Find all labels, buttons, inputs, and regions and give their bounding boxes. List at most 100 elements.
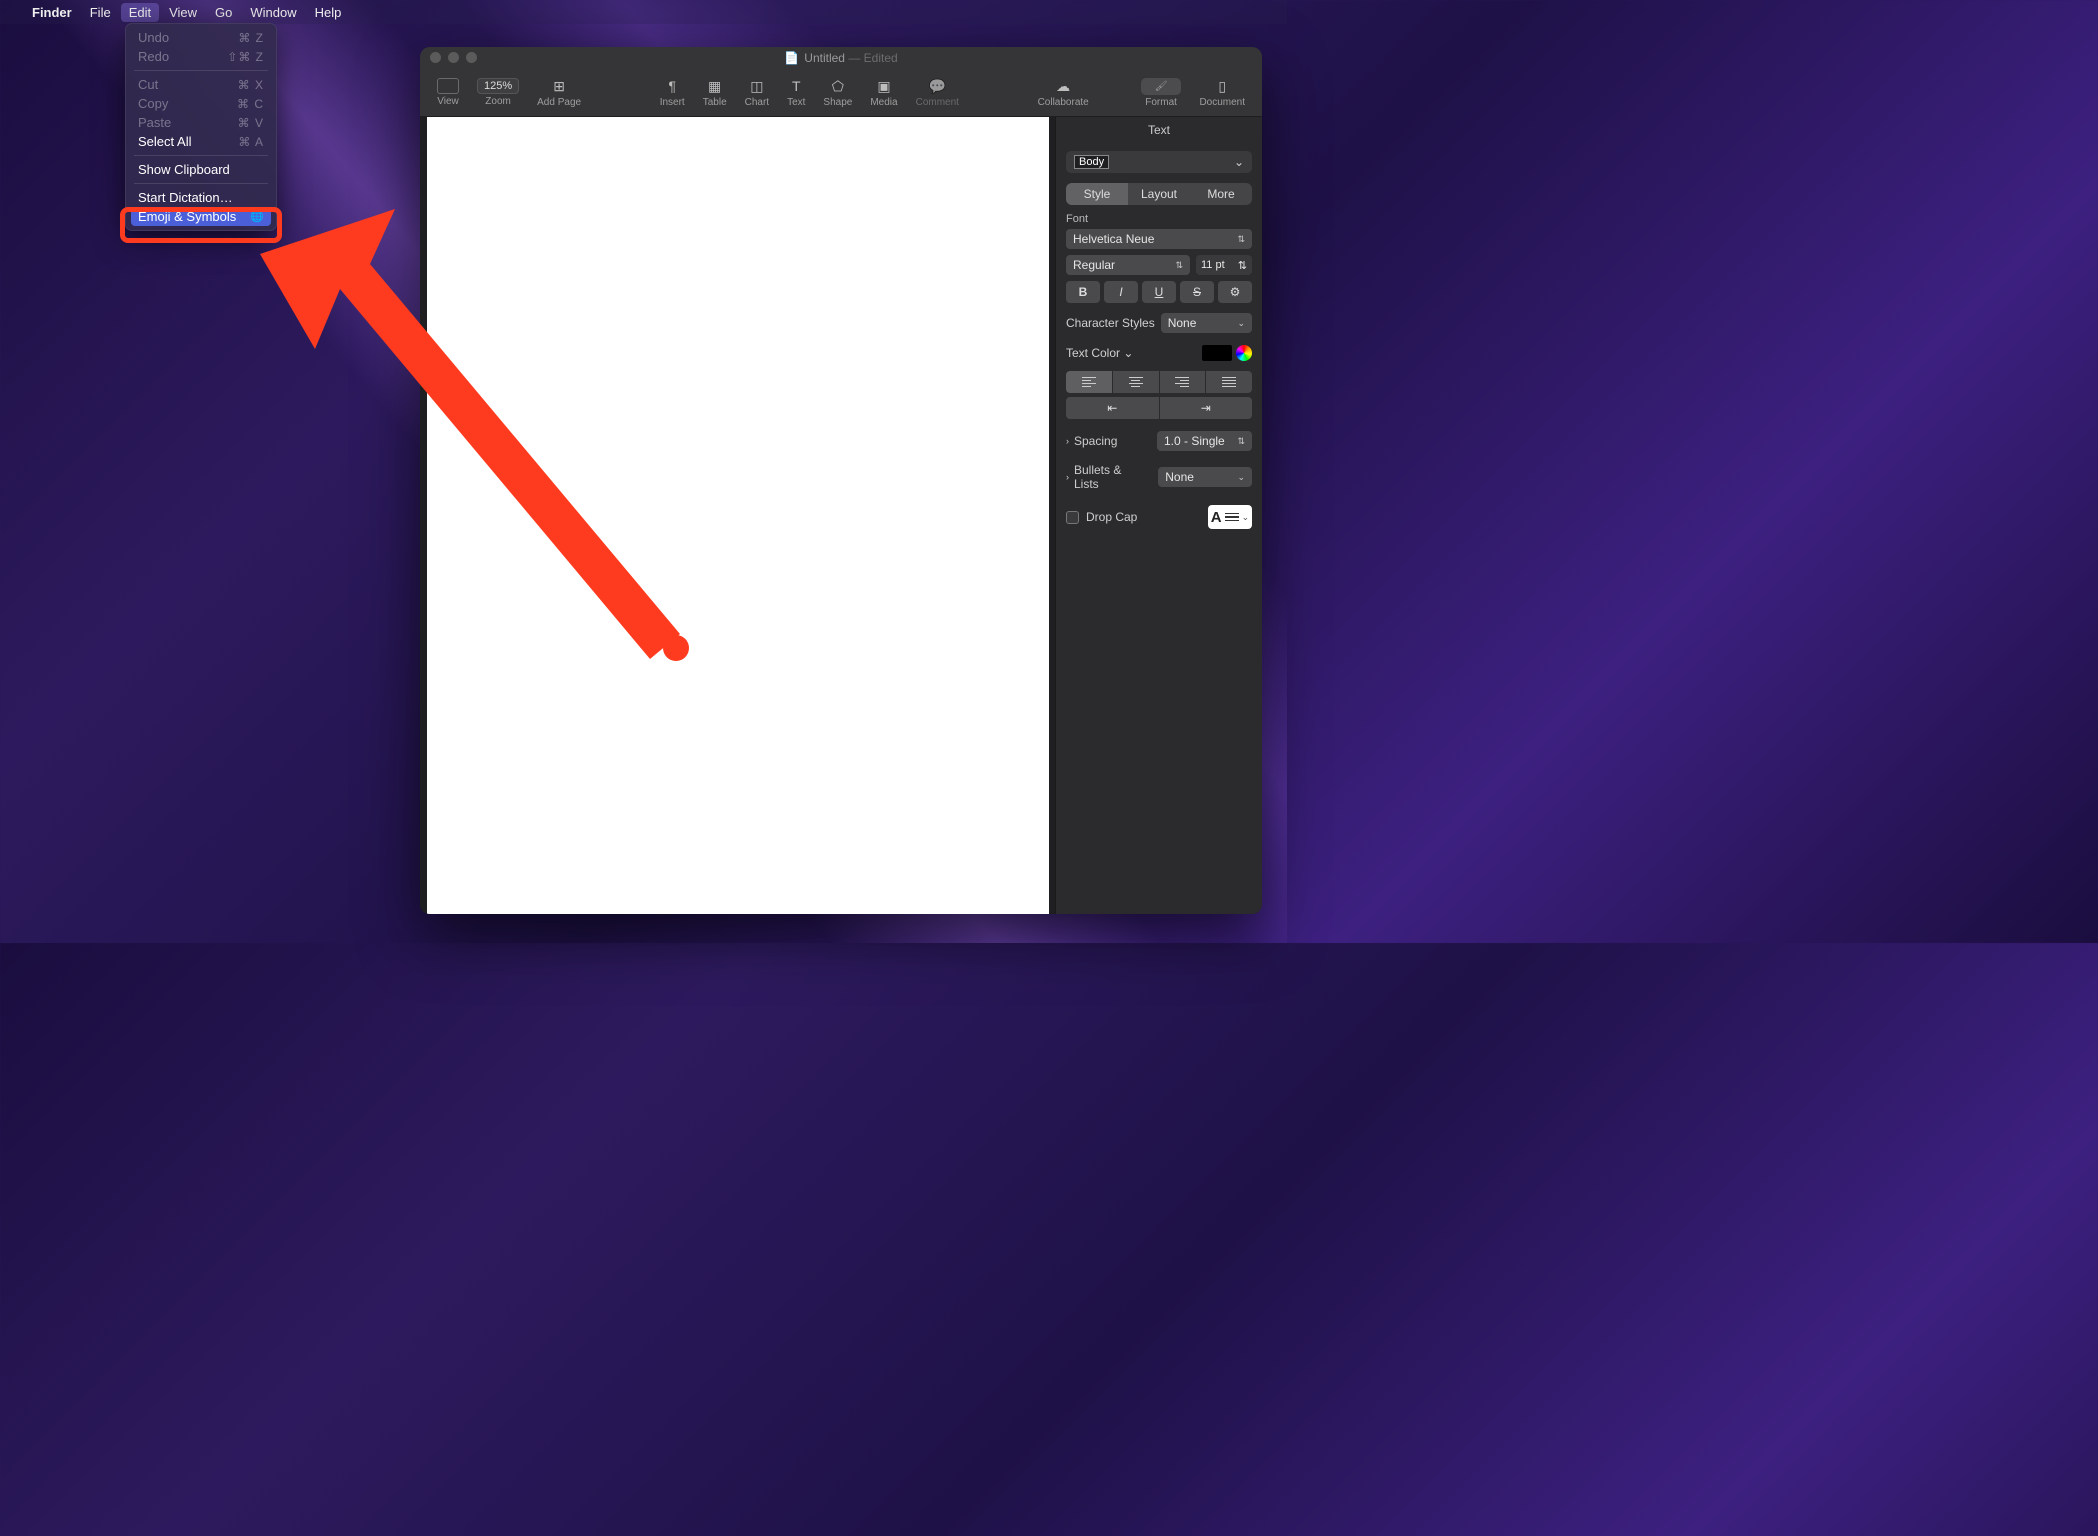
window-title: Untitled [804,51,845,65]
tool-comment[interactable]: 💬 Comment [909,77,966,108]
font-size-field[interactable]: 11 pt ⇅ [1196,255,1252,275]
strikethrough-button[interactable]: S [1180,281,1214,303]
paragraph-style-value: Body [1074,155,1109,169]
menu-show-clipboard[interactable]: Show Clipboard [126,160,276,179]
outdent-icon: ⇤ [1107,401,1117,415]
tool-document[interactable]: ▯ Document [1192,77,1252,108]
menu-edit[interactable]: Edit [121,3,159,22]
font-weight-select[interactable]: Regular ⇅ [1066,255,1190,275]
menu-help[interactable]: Help [315,5,342,20]
font-size-value: 11 pt [1201,259,1225,271]
collaborate-icon: ☁︎ [1056,77,1070,95]
edit-menu-dropdown: Undo ⌘ Z Redo ⇧⌘ Z Cut ⌘ X Copy ⌘ C Past… [125,23,277,231]
menu-select-all-label: Select All [138,134,191,149]
text-icon: T [792,77,801,95]
tool-insert-label: Insert [660,97,685,108]
bullets-select[interactable]: None ⌄ [1158,467,1252,487]
tool-text[interactable]: T Text [780,77,812,108]
tool-chart-label: Chart [745,97,769,108]
drop-cap-style-button[interactable]: A ⌄ [1208,505,1252,529]
character-styles-value: None [1168,316,1197,330]
stepper-icon[interactable]: ⇅ [1238,259,1247,272]
menu-paste[interactable]: Paste ⌘ V [126,113,276,132]
menu-undo-shortcut: ⌘ Z [238,31,264,45]
tool-view-label: View [437,96,459,107]
chart-icon: ◫ [750,77,763,95]
tool-table-label: Table [703,97,727,108]
indent-increase-button[interactable]: ⇥ [1160,397,1253,419]
chevron-right-icon: › [1066,472,1069,482]
tool-collaborate-label: Collaborate [1038,97,1089,108]
bold-button[interactable]: B [1066,281,1100,303]
underline-button[interactable]: U [1142,281,1176,303]
spacing-value: 1.0 - Single [1164,434,1225,448]
drop-cap-label: Drop Cap [1086,510,1137,524]
pages-app-window: 📄 Untitled — Edited View 125% Zoom ⊞ Add… [420,47,1262,914]
spacing-disclosure[interactable]: › Spacing 1.0 - Single ⇅ [1066,431,1252,451]
chevron-updown-icon: ⇅ [1237,436,1245,447]
tab-more[interactable]: More [1190,183,1252,205]
zoom-window-icon[interactable] [466,52,477,63]
align-justify-button[interactable] [1206,371,1252,393]
tool-add-page[interactable]: ⊞ Add Page [530,77,588,108]
menu-file[interactable]: File [90,5,111,20]
tool-insert[interactable]: ¶ Insert [653,77,692,108]
tool-chart[interactable]: ◫ Chart [738,77,776,108]
color-picker-icon[interactable] [1236,345,1252,361]
menu-undo[interactable]: Undo ⌘ Z [126,28,276,47]
menu-view[interactable]: View [169,5,197,20]
menu-copy[interactable]: Copy ⌘ C [126,94,276,113]
tool-shape[interactable]: ⬠ Shape [816,77,859,108]
menu-cut[interactable]: Cut ⌘ X [126,75,276,94]
line-spacing-select[interactable]: 1.0 - Single ⇅ [1157,431,1252,451]
paint-brush-icon: 🖌︎ [1141,78,1182,95]
tab-layout[interactable]: Layout [1128,183,1190,205]
canvas-wrap[interactable] [420,117,1055,914]
italic-button[interactable]: I [1104,281,1138,303]
align-center-button[interactable] [1113,371,1160,393]
font-weight-value: Regular [1073,258,1115,272]
text-color-swatch[interactable] [1202,345,1232,361]
document-page[interactable] [427,117,1049,914]
indent-decrease-button[interactable]: ⇤ [1066,397,1160,419]
menu-start-dictation-label: Start Dictation… [138,190,233,205]
tool-document-label: Document [1199,97,1245,108]
tool-format[interactable]: 🖌︎ Format [1134,78,1189,108]
menu-window[interactable]: Window [250,5,296,20]
window-titlebar[interactable]: 📄 Untitled — Edited [420,47,1262,69]
bullets-disclosure[interactable]: › Bullets & Lists None ⌄ [1066,463,1252,491]
menu-select-all[interactable]: Select All ⌘ A [126,132,276,151]
app-name[interactable]: Finder [32,5,72,20]
tool-view[interactable]: View [430,78,466,107]
minimize-window-icon[interactable] [448,52,459,63]
tool-collaborate[interactable]: ☁︎ Collaborate [1031,77,1096,108]
paragraph-style-select[interactable]: Body ⌄ [1066,151,1252,173]
globe-icon: 🌐 [250,210,264,223]
align-left-button[interactable] [1066,371,1113,393]
tab-style[interactable]: Style [1066,183,1128,205]
zoom-value[interactable]: 125% [477,78,519,94]
tool-zoom[interactable]: 125% Zoom [470,78,526,107]
menu-emoji-label: Emoji & Symbols [138,209,236,224]
font-family-select[interactable]: Helvetica Neue ⇅ [1066,229,1252,249]
menu-go[interactable]: Go [215,5,232,20]
menu-emoji-symbols[interactable]: Emoji & Symbols 🌐 [131,207,271,226]
close-window-icon[interactable] [430,52,441,63]
format-inspector: Text Body ⌄ Style Layout More Font Helve… [1055,117,1262,914]
document-icon: 📄 [784,51,799,65]
menu-start-dictation[interactable]: Start Dictation… [126,188,276,207]
text-settings-button[interactable]: ⚙︎ [1218,281,1252,303]
align-right-button[interactable] [1160,371,1207,393]
character-styles-select[interactable]: None ⌄ [1161,313,1252,333]
document-tool-icon: ▯ [1218,77,1226,95]
menu-separator [134,155,268,156]
drop-cap-checkbox[interactable] [1066,511,1079,524]
menu-redo[interactable]: Redo ⇧⌘ Z [126,47,276,66]
bullets-value: None [1165,470,1194,484]
menu-copy-shortcut: ⌘ C [237,97,264,111]
inspector-title: Text [1056,117,1262,143]
tool-media[interactable]: ▣ Media [863,77,904,108]
menu-cut-label: Cut [138,77,158,92]
tool-table[interactable]: ▦ Table [696,77,734,108]
insert-icon: ¶ [668,77,676,95]
